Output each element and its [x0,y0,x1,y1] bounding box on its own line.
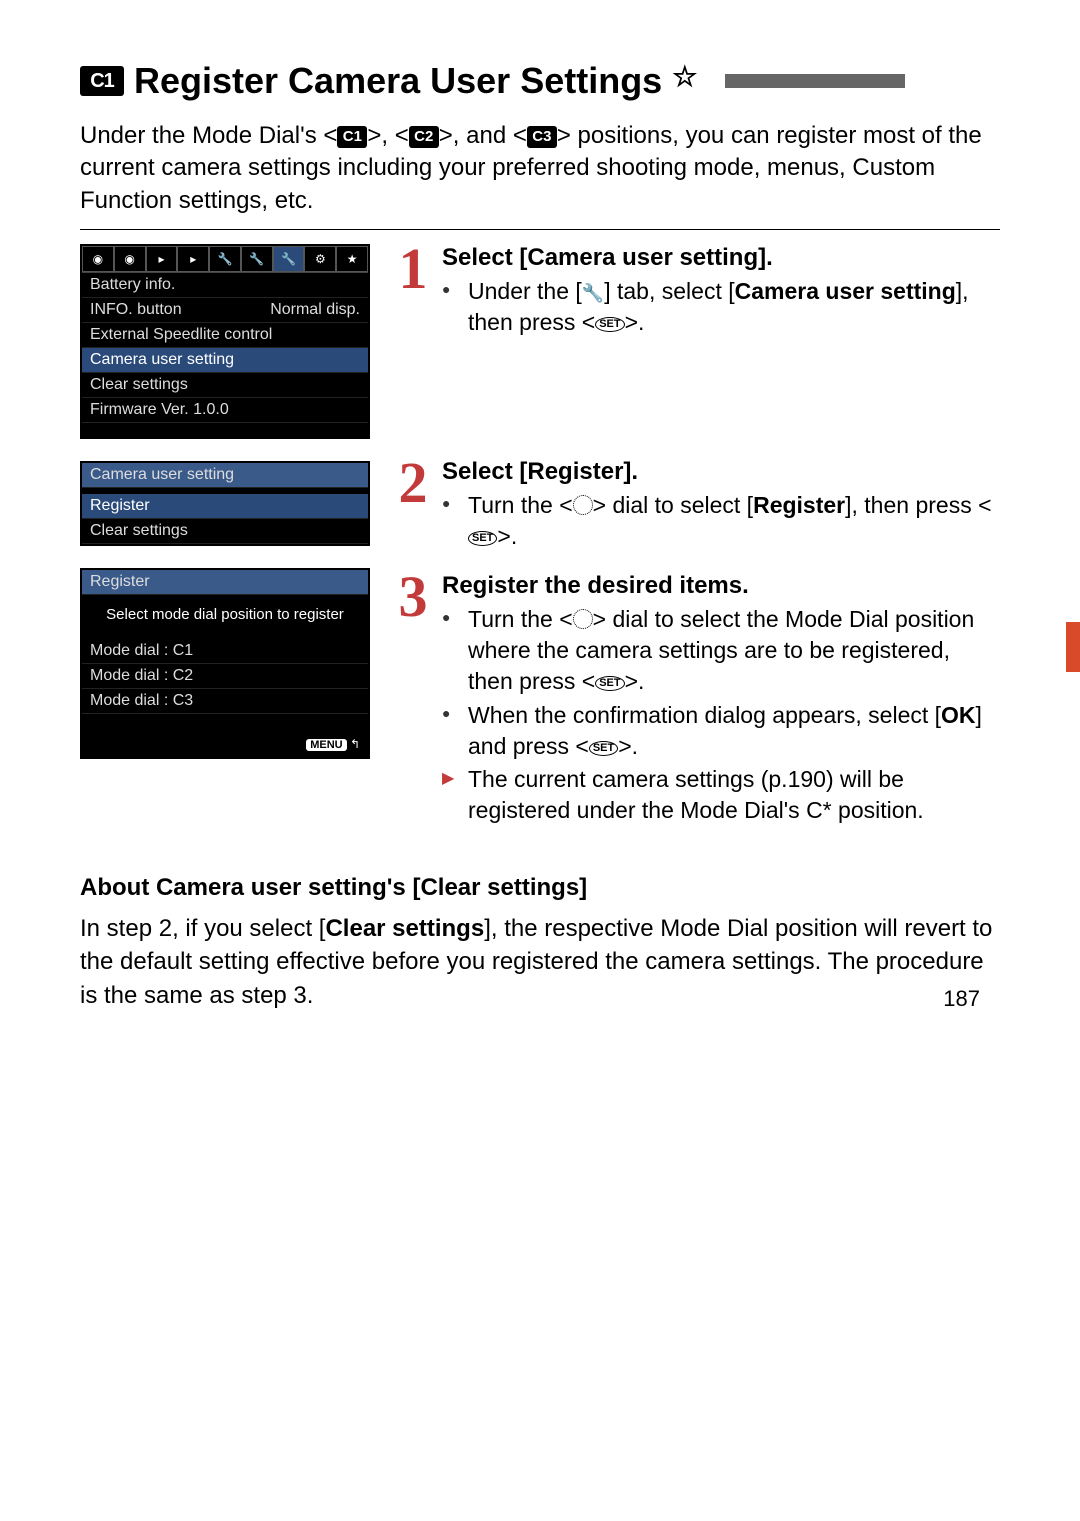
menu-back-pill: MENU [306,739,346,751]
set-button-icon: SET [595,676,624,691]
page-number: 187 [943,986,980,1012]
page-title: C1 Register Camera User Settings ☆ [80,60,1000,102]
step-2: 2 Select [Register]. Turn the <> dial to… [394,458,1000,554]
content-columns: ◉ ◉ ▸ ▸ 🔧 🔧 🔧 ⚙ ★ Battery info. INFO. bu… [80,244,1000,846]
section-thumb-tab [1066,622,1080,672]
title-decorative-bar [725,74,905,88]
manual-page: C1 Register Camera User Settings ☆ Under… [0,0,1080,1052]
lcd-tab-icon: 🔧 [209,246,241,272]
set-button-icon: SET [595,317,624,332]
dial-icon [573,609,593,629]
step-bullet: Under the [] tab, select [Camera user se… [442,276,1000,338]
step-number: 1 [394,244,432,293]
return-icon: ↰ [350,737,360,751]
step-3: 3 Register the desired items. Turn the <… [394,572,1000,827]
step-bullet: Turn the <> dial to select the Mode Dial… [442,604,1000,697]
lcd-screenshots-column: ◉ ◉ ▸ ▸ 🔧 🔧 🔧 ⚙ ★ Battery info. INFO. bu… [80,244,370,781]
lcd-register-row: Mode dial : C1 [82,639,368,664]
lcd-screenshot-menu: ◉ ◉ ▸ ▸ 🔧 🔧 🔧 ⚙ ★ Battery info. INFO. bu… [80,244,370,439]
intro-paragraph: Under the Mode Dial's <C1>, <C2>, and <C… [80,120,1000,217]
lcd-submenu-title: Camera user setting [82,463,368,488]
instruction-steps-column: 1 Select [Camera user setting]. Under th… [394,244,1000,846]
lcd-submenu-row: Clear settings [82,519,368,544]
mode-c1-inline-icon: C1 [337,126,367,148]
lcd-tab-icon: ◉ [82,246,114,272]
lcd-menu-row: Clear settings [82,373,368,398]
lcd-submenu-row-selected: Register [82,494,368,519]
wrench-icon [582,278,604,304]
about-clear-settings-body: In step 2, if you select [Clear settings… [80,912,1000,1013]
step-bullet: Turn the <> dial to select [Register], t… [442,490,1000,552]
lcd-tab-icon: ⚙ [304,246,336,272]
step-result-bullet: The current camera settings (p.190) will… [442,764,1000,826]
step-title: Select [Camera user setting]. [442,244,1000,272]
separator-line [80,229,1000,230]
lcd-bottom-bar: MENU ↰ [82,734,368,757]
about-clear-settings-title: About Camera user setting's [Clear setti… [80,874,1000,902]
lcd-screenshot-submenu: Camera user setting Register Clear setti… [80,461,370,546]
star-icon: ☆ [672,63,697,91]
set-button-icon: SET [468,531,497,546]
page-title-text: Register Camera User Settings [134,60,662,102]
step-1: 1 Select [Camera user setting]. Under th… [394,244,1000,340]
lcd-tab-active-icon: 🔧 [273,246,305,272]
lcd-register-title: Register [82,570,368,595]
step-title: Register the desired items. [442,572,1000,600]
lcd-tab-icon: ◉ [114,246,146,272]
mode-c1-icon: C1 [80,66,124,96]
mode-c2-inline-icon: C2 [409,126,439,148]
lcd-register-row: Mode dial : C2 [82,664,368,689]
mode-c3-inline-icon: C3 [527,126,557,148]
step-title: Select [Register]. [442,458,1000,486]
lcd-tab-icon: 🔧 [241,246,273,272]
lcd-menu-row-selected: Camera user setting [82,348,368,373]
step-bullet: When the confirmation dialog appears, se… [442,700,1000,762]
step-number: 3 [394,572,432,621]
lcd-menu-row: Battery info. [82,273,368,298]
set-button-icon: SET [589,741,618,756]
dial-icon [573,495,593,515]
lcd-menu-row: INFO. buttonNormal disp. [82,298,368,323]
lcd-screenshot-register: Register Select mode dial position to re… [80,568,370,759]
lcd-register-row: Mode dial : C3 [82,689,368,714]
lcd-menu-row: Firmware Ver. 1.0.0 [82,398,368,423]
lcd-tab-icon: ★ [336,246,368,272]
lcd-menu-row: External Speedlite control [82,323,368,348]
lcd-register-message: Select mode dial position to register [82,595,368,639]
step-number: 2 [394,458,432,507]
lcd-tab-icon: ▸ [177,246,209,272]
lcd-tab-icon: ▸ [146,246,178,272]
lcd-menu-tabs: ◉ ◉ ▸ ▸ 🔧 🔧 🔧 ⚙ ★ [82,246,368,273]
